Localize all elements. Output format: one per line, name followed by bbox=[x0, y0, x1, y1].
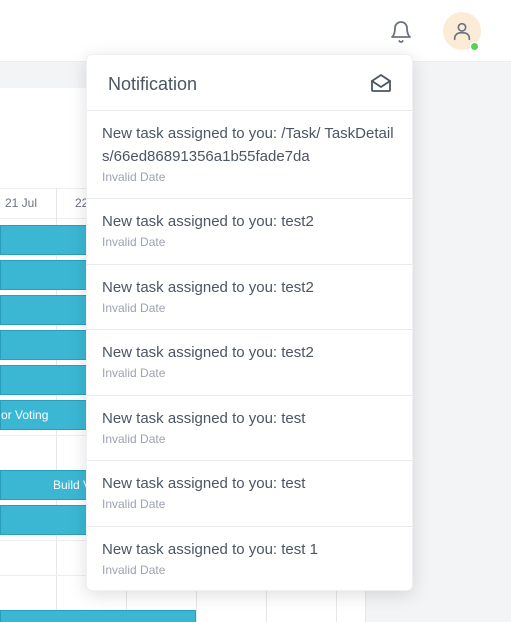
gantt-bar-label: or Voting bbox=[1, 408, 49, 422]
mark-all-read-button[interactable] bbox=[369, 71, 393, 95]
gantt-task-bar[interactable]: or Voting bbox=[0, 400, 100, 430]
notification-date: Invalid Date bbox=[102, 366, 166, 380]
notification-dropdown: Notification New task assigned to you: /… bbox=[86, 54, 413, 591]
notification-date: Invalid Date bbox=[102, 432, 166, 446]
notification-message: New task assigned to you: test 1 bbox=[102, 541, 318, 558]
notification-item[interactable]: New task assigned to you: test2 Invalid … bbox=[87, 265, 412, 330]
notification-message: New task assigned to you: test bbox=[102, 410, 306, 427]
gantt-task-bar[interactable] bbox=[0, 330, 100, 360]
notification-header: Notification bbox=[87, 55, 412, 111]
notification-item[interactable]: New task assigned to you: test Invalid D… bbox=[87, 461, 412, 527]
notification-date: Invalid Date bbox=[102, 497, 166, 511]
notification-item[interactable]: New task assigned to you: test2 Invalid … bbox=[87, 330, 412, 396]
gantt-task-bar[interactable] bbox=[0, 260, 100, 290]
notification-message: New task assigned to you: test2 bbox=[102, 344, 314, 361]
bell-icon bbox=[391, 21, 411, 43]
notification-date: Invalid Date bbox=[102, 170, 166, 184]
notification-item[interactable]: New task assigned to you: /Task/ TaskDet… bbox=[87, 111, 412, 199]
notification-message: New task assigned to you: test2 bbox=[102, 279, 314, 296]
notification-date: Invalid Date bbox=[102, 563, 166, 577]
notification-item[interactable]: New task assigned to you: test2 Invalid … bbox=[87, 199, 412, 265]
gantt-task-bar[interactable] bbox=[0, 505, 100, 535]
notification-item[interactable]: New task assigned to you: test 1 Invalid… bbox=[87, 527, 412, 590]
mail-open-icon bbox=[371, 74, 391, 92]
notification-date: Invalid Date bbox=[102, 301, 166, 315]
gantt-task-bar[interactable]: Build V bbox=[0, 470, 100, 500]
online-status-dot bbox=[470, 42, 479, 51]
notification-message: New task assigned to you: test bbox=[102, 475, 306, 492]
notification-message: New task assigned to you: /Task/ TaskDet… bbox=[102, 125, 394, 165]
gantt-task-bar[interactable] bbox=[0, 610, 196, 622]
notification-message: New task assigned to you: test2 bbox=[102, 213, 314, 230]
right-panel-background bbox=[412, 62, 511, 622]
gantt-day-label: 21 Jul bbox=[5, 196, 38, 210]
gantt-task-bar[interactable] bbox=[0, 295, 100, 325]
gantt-task-bar[interactable] bbox=[0, 225, 100, 255]
notification-bell-button[interactable] bbox=[387, 18, 415, 46]
notification-date: Invalid Date bbox=[102, 235, 166, 249]
gantt-task-bar[interactable] bbox=[0, 365, 100, 395]
notification-title: Notification bbox=[108, 74, 198, 94]
top-header bbox=[0, 0, 511, 62]
notification-item[interactable]: New task assigned to you: test Invalid D… bbox=[87, 396, 412, 461]
user-icon bbox=[453, 22, 471, 41]
